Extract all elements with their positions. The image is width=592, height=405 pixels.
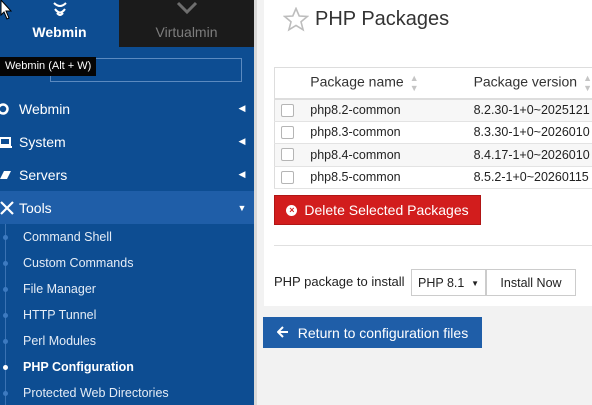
row-select-cell [274, 98, 311, 122]
virtualmin-switch[interactable]: Virtualmin [119, 0, 254, 47]
package-version: 8.4.17-1+0~2026010 [473, 143, 592, 167]
package-name: php8.5-common [310, 166, 474, 189]
menu-label: Tools [19, 199, 52, 216]
submenu-custom-commands[interactable]: Custom Commands [0, 250, 254, 276]
package-version: 8.5.2-1+0~20260115 [473, 166, 592, 189]
menu-tools[interactable]: Tools ▼ [0, 191, 254, 224]
row-checkbox[interactable] [281, 170, 294, 184]
arrow-left-icon [276, 325, 289, 341]
table-row: php8.3-common 8.3.30-1+0~2026010 [274, 121, 592, 144]
bullet-icon [3, 286, 8, 292]
submenu-label: PHP Configuration [23, 360, 134, 374]
menu-label: Servers [19, 166, 68, 183]
divider [274, 245, 592, 246]
mouse-cursor-icon [0, 0, 14, 25]
package-name: php8.2-common [310, 98, 474, 122]
row-select-cell [274, 166, 311, 189]
row-select-cell [274, 143, 311, 167]
row-checkbox[interactable] [281, 125, 294, 139]
delete-selected-button[interactable]: × Delete Selected Packages [274, 195, 481, 225]
caret-left-icon: ◀ [238, 169, 246, 179]
bullet-icon [3, 312, 8, 318]
menu-webmin[interactable]: Webmin ◀ [0, 92, 254, 125]
menu-label: Webmin [19, 100, 71, 117]
bullet-icon [3, 260, 8, 266]
bullet-icon [3, 234, 8, 240]
column-label: Package version [473, 73, 578, 90]
table-row: php8.5-common 8.5.2-1+0~20260115 [274, 166, 592, 189]
wrench-screwdriver-icon [0, 200, 19, 215]
table-row: php8.4-common 8.4.17-1+0~2026010 [274, 143, 592, 167]
page-title: PHP Packages [315, 8, 450, 30]
php-version-select[interactable]: PHP 8.1 ▼ [411, 269, 486, 296]
webmin-switch[interactable]: Webmin [0, 0, 119, 47]
table-header: Package name ▲ ▼ Package version ▲ ▼ [274, 67, 592, 100]
virtualmin-switch-label: Virtualmin [155, 24, 218, 40]
submenu-label: Command Shell [23, 230, 112, 244]
product-switcher: Webmin Virtualmin [0, 0, 254, 47]
submenu-http-tunnel[interactable]: HTTP Tunnel [0, 302, 254, 328]
star-icon[interactable] [282, 6, 310, 37]
package-name: php8.4-common [310, 143, 474, 167]
bullet-icon [3, 390, 8, 396]
package-version: 8.3.30-1+0~2026010 [473, 121, 592, 144]
caret-down-icon: ▼ [237, 202, 247, 213]
submenu-command-shell[interactable]: Command Shell [0, 224, 254, 250]
webmin-switch-label: Webmin [32, 24, 87, 40]
chevron-down-icon: ▼ [471, 279, 479, 288]
submenu-label: File Manager [23, 282, 96, 296]
submenu-file-manager[interactable]: File Manager [0, 276, 254, 302]
tooltip: Webmin (Alt + W) [0, 57, 97, 76]
submenu-protected-web-directories[interactable]: Protected Web Directories [0, 380, 254, 405]
submenu-label: Custom Commands [23, 256, 134, 270]
return-button-label: Return to configuration files [297, 324, 469, 341]
row-checkbox[interactable] [281, 103, 294, 117]
caret-left-icon: ◀ [238, 136, 246, 146]
header-select [274, 67, 311, 100]
virtualmin-logo-icon [119, 0, 254, 16]
menu-system[interactable]: System ◀ [0, 125, 254, 158]
bullet-icon [3, 364, 8, 370]
install-label: PHP package to install [274, 274, 405, 289]
column-package-version[interactable]: Package version ▲ ▼ [473, 67, 592, 100]
menu-servers[interactable]: Servers ◀ [0, 158, 254, 191]
sidebar: Webmin Virtualmin Webmin (Alt + W) Webmi… [0, 0, 254, 405]
table-row: php8.2-common 8.2.30-1+0~2025121 [274, 98, 592, 122]
packages-table: Package name ▲ ▼ Package version ▲ ▼ php8.2-… [274, 67, 592, 189]
package-name: php8.3-common [310, 121, 474, 144]
sort-icon: ▲ ▼ [583, 72, 592, 93]
return-button[interactable]: Return to configuration files [263, 317, 482, 348]
delete-button-label: Delete Selected Packages [304, 202, 469, 218]
sort-icon: ▲ ▼ [409, 72, 419, 93]
rocket-icon [0, 169, 19, 181]
gear-icon [0, 102, 19, 115]
column-package-name[interactable]: Package name ▲ ▼ [310, 67, 474, 100]
column-label: Package name [310, 73, 404, 90]
submenu-label: Perl Modules [23, 334, 96, 348]
monitor-icon [0, 136, 19, 148]
submenu-label: HTTP Tunnel [23, 308, 97, 322]
submenu-label: Protected Web Directories [23, 386, 169, 400]
submenu-php-configuration[interactable]: PHP Configuration [0, 354, 254, 380]
menu-label: System [19, 133, 66, 150]
submenu-perl-modules[interactable]: Perl Modules [0, 328, 254, 354]
webmin-logo-icon [0, 0, 119, 20]
bullet-icon [3, 338, 8, 344]
row-checkbox[interactable] [281, 148, 294, 162]
package-version: 8.2.30-1+0~2025121 [473, 98, 592, 122]
close-circle-icon: × [286, 204, 298, 216]
install-now-button[interactable]: Install Now [486, 269, 576, 296]
select-value: PHP 8.1 [418, 275, 465, 290]
caret-left-icon: ◀ [238, 103, 246, 113]
row-select-cell [274, 121, 311, 144]
